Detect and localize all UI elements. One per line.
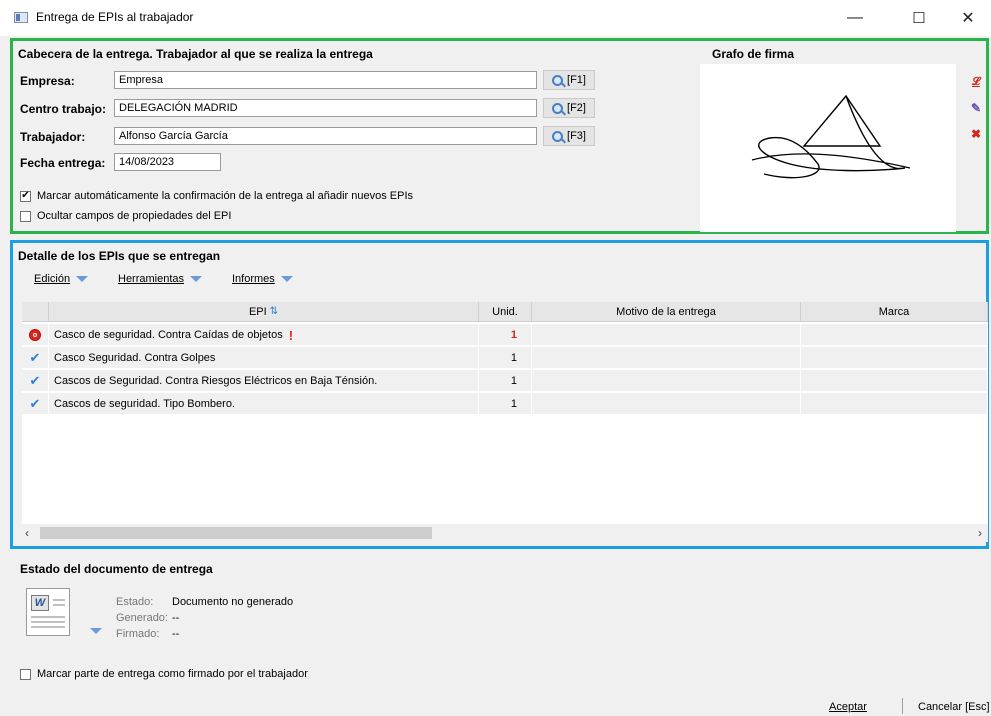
row-unid-cell: 1 — [479, 324, 532, 346]
ocultar-label: Ocultar campos de propiedades del EPI — [37, 210, 232, 222]
row-unid-cell: 1 — [479, 347, 532, 369]
menu-informes[interactable]: Informes — [232, 273, 293, 285]
fecha-field[interactable]: 14/08/2023 — [114, 153, 221, 171]
firmado-value: -- — [172, 628, 180, 640]
table-header-unid[interactable]: Unid. — [479, 302, 532, 322]
empresa-search-key: [F1] — [567, 74, 586, 86]
table-row[interactable]: Casco de seguridad. Contra Caídas de obj… — [22, 324, 988, 346]
check-icon: ✔ — [22, 347, 49, 369]
cancel-button[interactable]: Cancelar [Esc] — [918, 701, 990, 713]
header-section-title: Cabecera de la entrega. Trabajador al qu… — [18, 47, 373, 61]
centro-search-button[interactable]: [F2] — [543, 98, 595, 118]
word-logo: W — [31, 595, 49, 611]
chevron-down-icon — [190, 276, 203, 282]
signature-clear-icon[interactable]: ✖ — [966, 124, 986, 144]
firmado-checkbox-label: Marcar parte de entrega como firmado por… — [37, 668, 308, 680]
check-icon: ✔ — [22, 370, 49, 392]
maximize-button[interactable]: ☐ — [896, 6, 942, 30]
signature-pad[interactable] — [700, 64, 956, 232]
row-unid-cell: 1 — [479, 370, 532, 392]
footer-divider — [902, 698, 903, 714]
row-epi-cell: Casco de seguridad. Contra Caídas de obj… — [49, 324, 479, 346]
signature-pen-icon[interactable]: ✎ — [966, 98, 986, 118]
trabajador-search-key: [F3] — [567, 130, 586, 142]
centro-label: Centro trabajo: — [20, 102, 107, 116]
row-motivo-cell — [532, 347, 801, 369]
document-section-title: Estado del documento de entrega — [20, 562, 213, 576]
centro-field[interactable]: DELEGACIÓN MADRID — [114, 99, 537, 117]
row-unid-cell: 1 — [479, 393, 532, 415]
window-title: Entrega de EPIs al trabajador — [36, 10, 194, 24]
signature-drawing — [751, 94, 911, 179]
table-row[interactable]: ✔ Cascos de Seguridad. Contra Riesgos El… — [22, 370, 988, 392]
centro-search-key: [F2] — [567, 102, 586, 114]
firmado-checkbox-row[interactable]: Marcar parte de entrega como firmado por… — [20, 668, 308, 680]
sort-icon: ⇅ — [269, 306, 279, 317]
table-row[interactable]: ✔ Casco Seguridad. Contra Golpes 1 — [22, 347, 988, 369]
chevron-down-icon — [76, 276, 89, 282]
menu-edicion[interactable]: Edición — [34, 273, 89, 285]
signature-title: Grafo de firma — [712, 47, 795, 61]
empresa-field[interactable]: Empresa — [114, 71, 537, 89]
row-motivo-cell — [532, 393, 801, 415]
row-marca-cell — [801, 370, 988, 392]
minimize-button[interactable]: — — [832, 6, 878, 30]
generado-value: -- — [172, 612, 180, 624]
menu-edicion-label: Edición — [34, 273, 71, 285]
table-header-epi[interactable]: EPI ⇅ — [49, 302, 479, 322]
row-epi-cell: Cascos de seguridad. Tipo Bombero. — [49, 393, 479, 415]
alert-icon — [22, 324, 49, 346]
row-motivo-cell — [532, 370, 801, 392]
empresa-label: Empresa: — [20, 74, 75, 88]
search-icon — [552, 74, 564, 86]
scroll-right-icon[interactable]: › — [978, 526, 982, 540]
epi-table: EPI ⇅ Unid. Motivo de la entrega Marca Ca… — [22, 302, 988, 524]
table-row[interactable]: ✔ Cascos de seguridad. Tipo Bombero. 1 — [22, 393, 988, 415]
estado-value: Documento no generado — [172, 596, 294, 608]
table-header-marca[interactable]: Marca — [801, 302, 988, 322]
estado-label: Estado: — [116, 596, 154, 608]
menu-herramientas[interactable]: Herramientas — [118, 273, 203, 285]
trabajador-label: Trabajador: — [20, 130, 86, 144]
scrollbar-thumb[interactable] — [40, 527, 432, 539]
trabajador-field[interactable]: Alfonso García García — [114, 127, 537, 145]
row-marca-cell — [801, 347, 988, 369]
menu-informes-label: Informes — [232, 273, 275, 285]
table-header-epi-label: EPI — [248, 305, 267, 318]
app-icon — [14, 12, 28, 23]
chevron-down-icon — [280, 276, 293, 282]
row-marca-cell — [801, 324, 988, 346]
generado-label: Generado: — [116, 612, 168, 624]
row-epi-cell: Cascos de Seguridad. Contra Riesgos Eléc… — [49, 370, 479, 392]
fecha-label: Fecha entrega: — [20, 156, 106, 170]
row-epi-cell: Casco Seguridad. Contra Golpes — [49, 347, 479, 369]
empresa-search-button[interactable]: [F1] — [543, 70, 595, 90]
ocultar-checkbox-row[interactable]: Ocultar campos de propiedades del EPI — [20, 210, 231, 222]
accept-button[interactable]: Aceptar — [829, 701, 867, 713]
search-icon — [552, 130, 564, 142]
word-document-icon: W — [26, 588, 70, 636]
horizontal-scrollbar[interactable]: ‹ › — [22, 524, 988, 542]
trabajador-search-button[interactable]: [F3] — [543, 126, 595, 146]
table-header-motivo[interactable]: Motivo de la entrega — [532, 302, 801, 322]
signature-sign-icon[interactable]: 𝓛 — [966, 72, 986, 92]
firmado-checkbox[interactable] — [20, 668, 31, 680]
ocultar-checkbox[interactable] — [20, 210, 31, 222]
close-button[interactable]: ✕ — [945, 6, 991, 30]
detail-section-title: Detalle de los EPIs que se entregan — [18, 249, 221, 263]
table-header-status — [22, 302, 49, 322]
check-icon: ✔ — [22, 393, 49, 415]
search-icon — [552, 102, 564, 114]
auto-confirm-label: Marcar automáticamente la confirmación d… — [37, 190, 414, 202]
firmado-label: Firmado: — [116, 628, 160, 640]
auto-confirm-checkbox-row[interactable]: ✔ Marcar automáticamente la confirmación… — [20, 190, 413, 202]
row-marca-cell — [801, 393, 988, 415]
warning-icon: ! — [288, 327, 294, 343]
auto-confirm-checkbox[interactable]: ✔ — [20, 190, 31, 202]
menu-herramientas-label: Herramientas — [118, 273, 185, 285]
document-menu-chevron-icon[interactable] — [90, 628, 102, 634]
scroll-left-icon[interactable]: ‹ — [25, 526, 29, 540]
row-epi-text: Casco de seguridad. Contra Caídas de obj… — [54, 329, 283, 341]
row-motivo-cell — [532, 324, 801, 346]
